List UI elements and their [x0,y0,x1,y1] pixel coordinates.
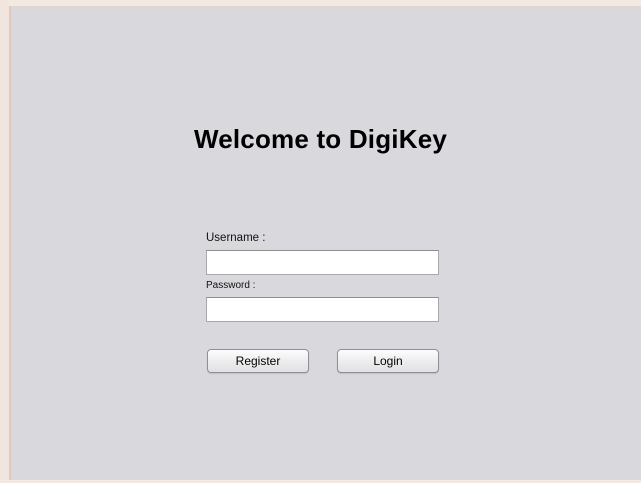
username-field[interactable] [206,250,439,275]
password-label: Password : [206,280,256,291]
username-label: Username : [206,232,266,244]
window-left-edge [0,0,9,483]
login-panel [9,6,641,480]
login-button[interactable]: Login [337,349,439,373]
welcome-title: Welcome to DigiKey [193,124,448,154]
register-button[interactable]: Register [207,349,309,373]
login-window: Welcome to DigiKey Username : Password :… [0,0,641,483]
password-field[interactable] [206,297,439,322]
register-button-label: Register [235,354,281,368]
login-button-label: Login [373,354,403,368]
